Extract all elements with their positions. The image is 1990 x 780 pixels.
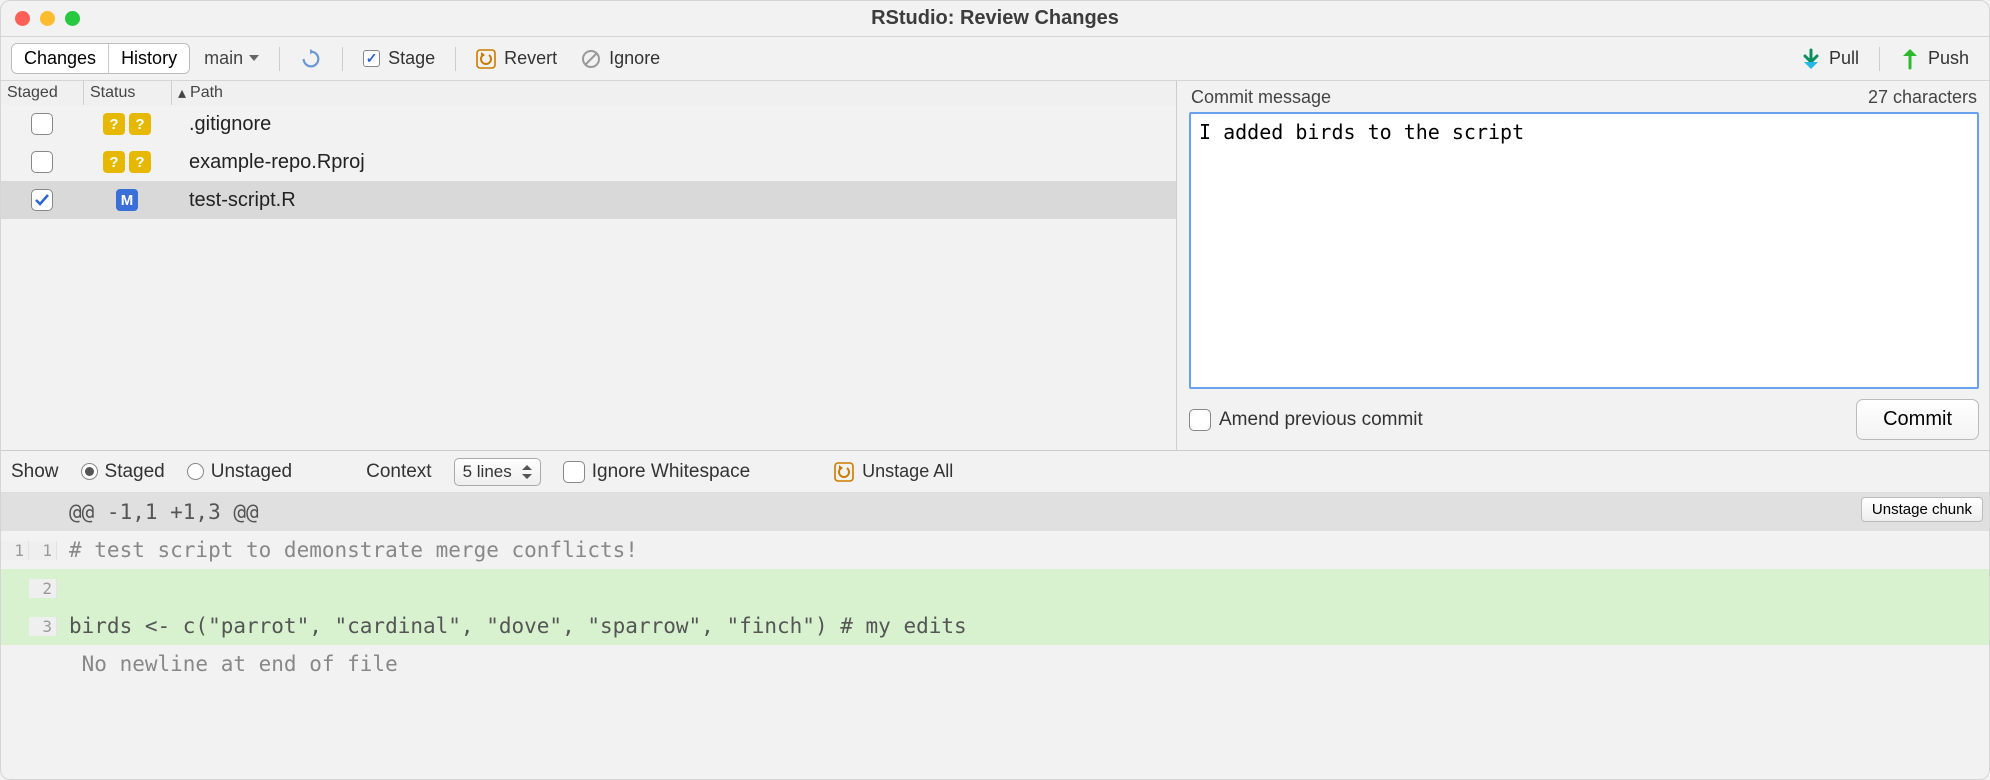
stage-button[interactable]: Stage: [353, 45, 445, 72]
checkbox-icon: [1189, 409, 1211, 431]
ignore-icon: [581, 49, 601, 69]
divider: [279, 47, 280, 71]
file-path: test-script.R: [171, 189, 1176, 212]
status-badge: ?: [103, 151, 125, 173]
revert-button[interactable]: Revert: [466, 45, 567, 72]
col-path[interactable]: ▴ Path: [171, 81, 1176, 105]
divider: [455, 47, 456, 71]
col-staged[interactable]: Staged: [1, 81, 83, 105]
file-path: .gitignore: [171, 113, 1176, 136]
diff-line[interactable]: 2: [1, 569, 1989, 607]
ignore-button[interactable]: Ignore: [571, 45, 670, 72]
push-button[interactable]: Push: [1890, 45, 1979, 73]
gutter-new: 3: [29, 617, 57, 636]
check-icon: [363, 50, 380, 67]
status-badge: M: [116, 189, 138, 211]
tab-changes[interactable]: Changes: [12, 44, 108, 73]
maximize-icon[interactable]: [65, 11, 80, 26]
radio-icon: [81, 463, 98, 480]
file-list-header: Staged Status ▴ Path: [1, 81, 1176, 105]
file-path: example-repo.Rproj: [171, 151, 1176, 174]
toolbar: Changes History main Stage Revert: [1, 37, 1989, 81]
stage-label: Stage: [388, 48, 435, 69]
diff-text: birds <- c("parrot", "cardinal", "dove",…: [57, 614, 1989, 638]
show-unstaged-radio[interactable]: Unstaged: [187, 461, 292, 483]
ignore-whitespace-checkbox[interactable]: Ignore Whitespace: [563, 461, 750, 483]
close-icon[interactable]: [15, 11, 30, 26]
unstage-chunk-button[interactable]: Unstage chunk: [1861, 497, 1983, 522]
push-label: Push: [1928, 48, 1969, 69]
show-label: Show: [11, 461, 59, 483]
diff-hunk-header: @@ -1,1 +1,3 @@ Unstage chunk: [1, 493, 1989, 531]
divider: [342, 47, 343, 71]
gutter-new: 2: [29, 579, 57, 598]
status-badge: ?: [129, 113, 151, 135]
stage-checkbox[interactable]: [31, 151, 53, 173]
context-label: Context: [366, 461, 431, 483]
window-title: RStudio: Review Changes: [1, 7, 1989, 30]
ignore-ws-label: Ignore Whitespace: [592, 461, 750, 483]
diff-line[interactable]: 3birds <- c("parrot", "cardinal", "dove"…: [1, 607, 1989, 645]
commit-pane: Commit message 27 characters Amend previ…: [1177, 81, 1989, 450]
divider: [1879, 47, 1880, 71]
amend-label: Amend previous commit: [1219, 409, 1423, 431]
sort-indicator-icon: ▴: [178, 83, 186, 103]
revert-icon: [834, 462, 854, 482]
diff-toolbar: Show Staged Unstaged Context 5 lines Ign…: [1, 451, 1989, 493]
unstaged-label: Unstaged: [211, 461, 292, 483]
branch-name: main: [204, 48, 243, 69]
window-controls: [15, 11, 80, 26]
updown-icon: [522, 465, 532, 479]
col-status[interactable]: Status: [83, 81, 171, 105]
table-row[interactable]: Mtest-script.R: [1, 181, 1176, 219]
commit-message-input[interactable]: [1189, 112, 1979, 389]
revert-label: Revert: [504, 48, 557, 69]
file-list: ?? .gitignore?? example-repo.Rproj Mtest-sc…: [1, 105, 1176, 219]
file-list-pane: Staged Status ▴ Path ?? .gitignore?? examp…: [1, 81, 1177, 450]
show-staged-radio[interactable]: Staged: [81, 461, 165, 483]
ignore-label: Ignore: [609, 48, 660, 69]
stage-checkbox[interactable]: [31, 113, 53, 135]
view-toggle: Changes History: [11, 43, 190, 74]
branch-selector[interactable]: main: [194, 48, 269, 69]
pull-icon: [1801, 48, 1821, 70]
status-badge: ?: [103, 113, 125, 135]
unstage-all-label: Unstage All: [862, 461, 953, 482]
diff-text: # test script to demonstrate merge confl…: [57, 538, 1989, 562]
push-icon: [1900, 48, 1920, 70]
titlebar: RStudio: Review Changes: [1, 1, 1989, 37]
radio-icon: [187, 463, 204, 480]
pull-label: Pull: [1829, 48, 1859, 69]
gutter-old: 1: [1, 541, 29, 560]
commit-char-count: 27 characters: [1868, 87, 1977, 108]
unstage-all-button[interactable]: Unstage All: [824, 458, 963, 485]
diff-line[interactable]: No newline at end of file: [1, 645, 1989, 683]
table-row[interactable]: ?? example-repo.Rproj: [1, 143, 1176, 181]
pull-button[interactable]: Pull: [1791, 45, 1869, 73]
stage-checkbox[interactable]: [31, 189, 53, 211]
status-badge: ?: [129, 151, 151, 173]
diff-line[interactable]: 11# test script to demonstrate merge con…: [1, 531, 1989, 569]
checkbox-icon: [563, 461, 585, 483]
commit-button[interactable]: Commit: [1856, 399, 1979, 440]
hunk-text: @@ -1,1 +1,3 @@: [57, 500, 1989, 524]
amend-checkbox[interactable]: Amend previous commit: [1189, 409, 1423, 431]
tab-history[interactable]: History: [108, 44, 189, 73]
diff-view: @@ -1,1 +1,3 @@ Unstage chunk 11# test s…: [1, 493, 1989, 779]
context-select[interactable]: 5 lines: [454, 458, 541, 486]
diff-text: No newline at end of file: [57, 652, 1989, 676]
refresh-button[interactable]: [290, 45, 332, 73]
refresh-icon: [300, 48, 322, 70]
table-row[interactable]: ?? .gitignore: [1, 105, 1176, 143]
staged-label: Staged: [105, 461, 165, 483]
chevron-down-icon: [249, 55, 259, 62]
context-value: 5 lines: [463, 462, 512, 482]
commit-message-label: Commit message: [1191, 87, 1331, 108]
path-label: Path: [190, 84, 223, 102]
minimize-icon[interactable]: [40, 11, 55, 26]
gutter-new: 1: [29, 541, 57, 560]
revert-icon: [476, 49, 496, 69]
